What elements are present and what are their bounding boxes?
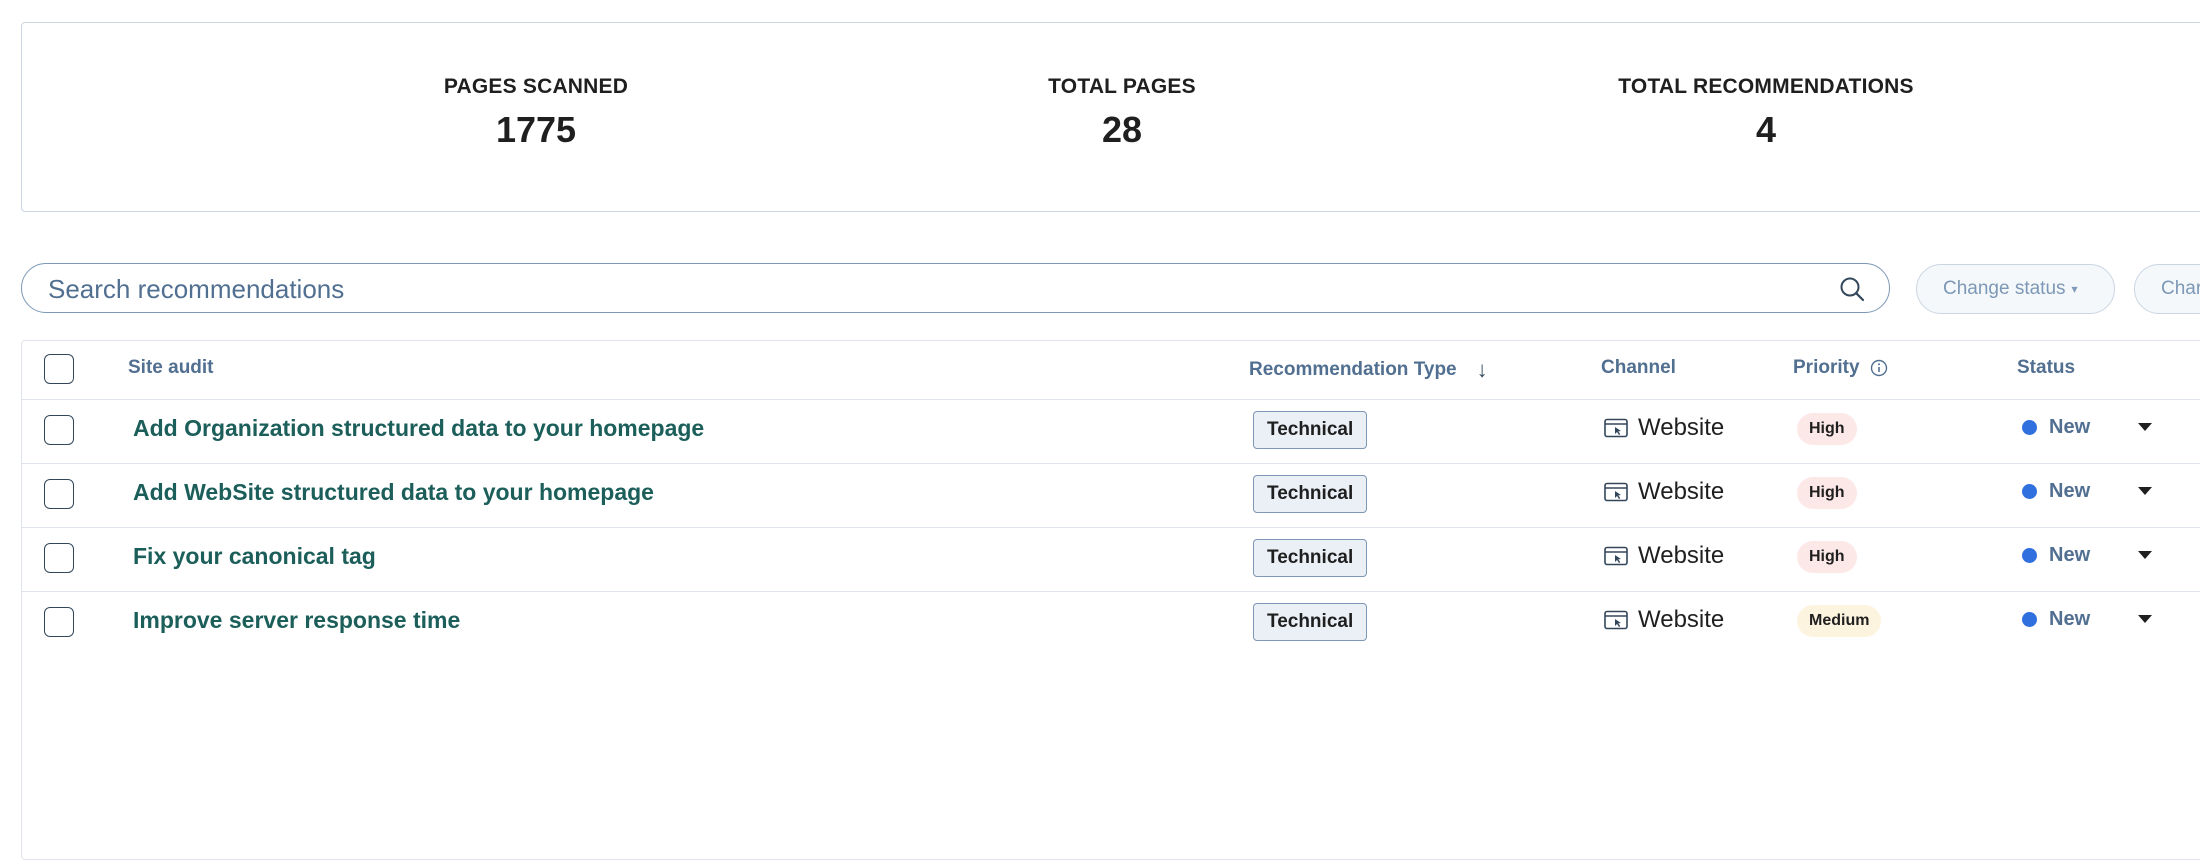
status-label: New xyxy=(2049,416,2091,438)
sort-arrow-down-icon[interactable]: ↓ xyxy=(1477,357,1488,383)
website-icon xyxy=(1604,418,1628,438)
channel-label: Website xyxy=(1638,606,1725,633)
row-dropdown-caret-icon[interactable] xyxy=(2138,423,2152,431)
recommendation-type-tag: Technical xyxy=(1253,475,1368,513)
recommendation-link[interactable]: Add WebSite structured data to your home… xyxy=(133,479,654,506)
select-all-checkbox[interactable] xyxy=(44,354,74,384)
priority-badge: Medium xyxy=(1797,605,1882,637)
website-icon xyxy=(1604,482,1628,502)
channel-cell: Website xyxy=(1604,478,1724,506)
channel-cell: Website xyxy=(1604,606,1724,634)
caret-down-icon: ▾ xyxy=(2071,282,2078,296)
stat-value: 1775 xyxy=(495,109,577,150)
row-dropdown-caret-icon[interactable] xyxy=(2138,615,2152,623)
priority-badge: High xyxy=(1797,477,1857,509)
header-label: Site audit xyxy=(128,357,214,378)
recommendation-link[interactable]: Improve server response time xyxy=(133,607,460,634)
stat-label: PAGES SCANNED xyxy=(443,75,629,98)
stats-card: PAGES SCANNED 1775 TOTAL PAGES 28 TOTAL … xyxy=(21,22,2200,212)
header-label: Priority xyxy=(1793,357,1860,378)
table-header: Site audit Recommendation Type ↓ Channel… xyxy=(22,341,2200,400)
row-checkbox[interactable] xyxy=(44,607,74,637)
header-priority: Priority xyxy=(1793,357,1888,379)
channel-label: Website xyxy=(1638,414,1725,441)
search-box[interactable] xyxy=(21,263,1890,314)
row-checkbox[interactable] xyxy=(44,543,74,573)
header-channel: Channel xyxy=(1601,357,1676,379)
website-icon xyxy=(1604,610,1628,630)
header-label: Recommendation Type xyxy=(1249,359,1457,380)
priority-badge: High xyxy=(1797,413,1857,445)
recommendation-type-tag: Technical xyxy=(1253,411,1368,449)
search-icon[interactable] xyxy=(1839,276,1865,302)
recommendation-type-tag: Technical xyxy=(1253,539,1368,577)
change-status-button[interactable]: Change status ▾ xyxy=(1916,264,2115,314)
stat-value: 4 xyxy=(1755,109,1777,150)
table-row: Add WebSite structured data to your home… xyxy=(22,463,2200,528)
status-dot-icon xyxy=(2022,612,2037,627)
status-cell: New xyxy=(2022,544,2090,567)
row-checkbox[interactable] xyxy=(44,479,74,509)
stat-label: TOTAL RECOMMENDATIONS xyxy=(1618,75,1914,98)
recommendation-link[interactable]: Add Organization structured data to your… xyxy=(133,415,704,442)
header-label: Channel xyxy=(1601,357,1676,378)
search-input[interactable] xyxy=(46,264,1800,314)
table-row: Add Organization structured data to your… xyxy=(22,399,2200,464)
header-label: Status xyxy=(2017,357,2076,378)
channel-cell: Website xyxy=(1604,414,1724,442)
header-recommendation-type[interactable]: Recommendation Type ↓ xyxy=(1249,357,1488,383)
channel-label: Website xyxy=(1638,542,1725,569)
status-cell: New xyxy=(2022,480,2090,503)
stat-total-recommendations: TOTAL RECOMMENDATIONS 4 xyxy=(1618,75,1913,151)
info-icon[interactable] xyxy=(1870,359,1888,377)
recommendation-link[interactable]: Fix your canonical tag xyxy=(133,543,376,570)
status-dot-icon xyxy=(2022,484,2037,499)
stat-label: TOTAL PAGES xyxy=(1048,75,1196,98)
header-status: Status xyxy=(2017,357,2075,379)
recommendation-type-tag: Technical xyxy=(1253,603,1368,641)
stat-pages-scanned: PAGES SCANNED 1775 xyxy=(444,75,628,151)
website-icon xyxy=(1604,546,1628,566)
priority-badge: High xyxy=(1797,541,1857,573)
status-label: New xyxy=(2049,544,2091,566)
row-checkbox[interactable] xyxy=(44,415,74,445)
row-dropdown-caret-icon[interactable] xyxy=(2138,551,2152,559)
status-cell: New xyxy=(2022,608,2090,631)
status-dot-icon xyxy=(2022,420,2037,435)
channel-cell: Website xyxy=(1604,542,1724,570)
status-cell: New xyxy=(2022,416,2090,439)
row-dropdown-caret-icon[interactable] xyxy=(2138,487,2152,495)
change-status-label: Change status xyxy=(1943,278,2066,299)
channel-label: Website xyxy=(1638,478,1725,505)
change-button-label: Char xyxy=(2161,278,2200,299)
change-button[interactable]: Char xyxy=(2134,264,2200,314)
stat-total-pages: TOTAL PAGES 28 xyxy=(1048,75,1196,151)
recommendations-table: Site audit Recommendation Type ↓ Channel… xyxy=(21,340,2200,860)
status-label: New xyxy=(2049,608,2091,630)
status-dot-icon xyxy=(2022,548,2037,563)
table-row: Fix your canonical tag Technical Website… xyxy=(22,527,2200,592)
status-label: New xyxy=(2049,480,2091,502)
header-site-audit: Site audit xyxy=(128,357,214,379)
table-row: Improve server response time Technical W… xyxy=(22,591,2200,655)
stat-value: 28 xyxy=(1101,109,1143,150)
